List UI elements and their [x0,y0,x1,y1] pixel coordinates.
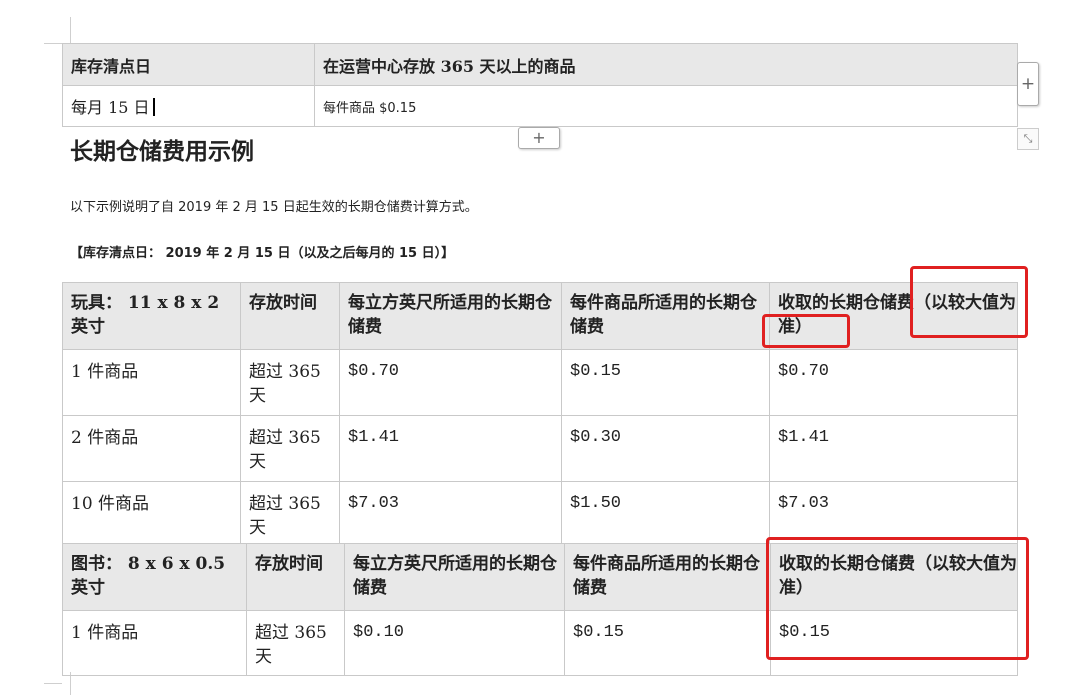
header-cell[interactable]: 存放时间 [246,543,345,611]
table-row: 2 件商品 超过 365 天 $1.41 $0.30 $1.41 [62,415,1018,482]
table-cell[interactable]: 1 件商品 [62,610,247,676]
table-cell[interactable]: 超过 365 天 [240,481,340,548]
crop-mark-top-h [44,43,62,44]
table-cell[interactable]: $0.30 [561,415,770,482]
crop-mark-bottom-h [44,683,62,684]
toys-fee-table: 玩具： 11 x 8 x 2 英寸 存放时间 每立方英尺所适用的长期仓储费 每件… [62,282,1018,548]
table-cell[interactable]: $1.41 [769,415,1018,482]
table-cell[interactable]: 每件商品 $0.15 [314,85,1018,127]
intro-text: 以下示例说明了自 2019 年 2 月 15 日起生效的长期仓储费计算方式。 [70,200,478,215]
add-row-button[interactable]: + [518,127,560,149]
header-cell[interactable]: 每立方英尺所适用的长期仓储费 [344,543,565,611]
table-cell[interactable]: $1.50 [561,481,770,548]
table-row: 1 件商品 超过 365 天 $0.70 $0.15 $0.70 [62,349,1018,416]
info-table-row: 每月 15 日 每件商品 $0.15 [62,85,1018,127]
table-cell[interactable]: 1 件商品 [62,349,241,416]
table-cell[interactable]: $0.70 [769,349,1018,416]
header-cell[interactable]: 玩具： 11 x 8 x 2 英寸 [62,282,241,350]
cell-text: 每月 15 日 [71,98,150,117]
table-cell[interactable]: $0.10 [344,610,565,676]
header-cell[interactable]: 在运营中心存放 365 天以上的商品 [314,43,1018,86]
table-resize-handle[interactable]: ⤡ [1017,128,1039,150]
table-cell[interactable]: 超过 365 天 [246,610,345,676]
header-cell[interactable]: 每件商品所适用的长期仓储费 [564,543,771,611]
info-table-header: 库存清点日 在运营中心存放 365 天以上的商品 [62,43,1018,86]
header-cell[interactable]: 库存清点日 [62,43,315,86]
table-cell[interactable]: $1.41 [339,415,562,482]
table-cell[interactable]: $0.15 [564,610,771,676]
text-cursor [152,98,155,116]
table-cell[interactable]: 超过 365 天 [240,349,340,416]
annotation-box-toys-fee-header-right [910,266,1028,338]
section-title: 长期仓储费用示例 [70,139,254,165]
annotation-box-books-fee-column [766,537,1029,660]
annotation-box-toys-fee-header-left [762,314,850,348]
add-column-button[interactable]: + [1017,62,1039,106]
header-cell[interactable]: 每立方英尺所适用的长期仓储费 [339,282,562,350]
header-cell[interactable]: 图书： 8 x 6 x 0.5 英寸 [62,543,247,611]
info-table: 库存清点日 在运营中心存放 365 天以上的商品 每月 15 日 每件商品 $0… [62,43,1018,127]
inventory-date-note: 【库存清点日： 2019 年 2 月 15 日（以及之后每月的 15 日）】 [70,246,455,261]
table-cell[interactable]: $0.15 [561,349,770,416]
toys-table-header: 玩具： 11 x 8 x 2 英寸 存放时间 每立方英尺所适用的长期仓储费 每件… [62,282,1018,350]
header-cell[interactable]: 每件商品所适用的长期仓储费 [561,282,770,350]
table-cell[interactable]: 超过 365 天 [240,415,340,482]
crop-mark-top-v [70,17,71,43]
table-cell[interactable]: $7.03 [339,481,562,548]
table-cell[interactable]: $0.70 [339,349,562,416]
table-cell[interactable]: 每月 15 日 [62,85,315,127]
table-cell[interactable]: 10 件商品 [62,481,241,548]
table-cell[interactable]: 2 件商品 [62,415,241,482]
header-cell[interactable]: 存放时间 [240,282,340,350]
